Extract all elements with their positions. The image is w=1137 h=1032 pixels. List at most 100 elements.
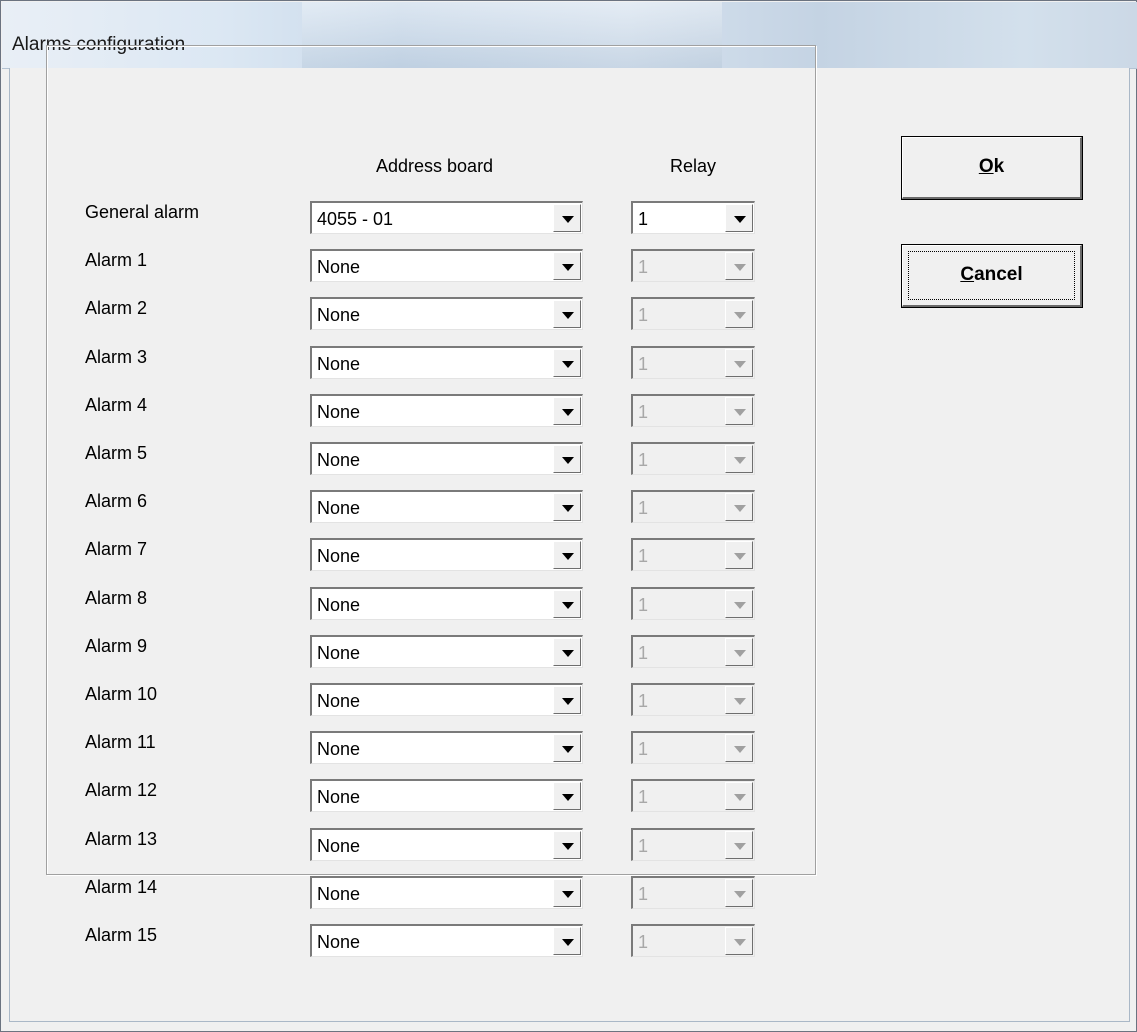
chevron-down-icon xyxy=(734,264,746,271)
dropdown-button[interactable] xyxy=(553,252,581,280)
alarm-row-label: Alarm 4 xyxy=(85,395,148,415)
dropdown-button[interactable] xyxy=(553,541,581,569)
address-board-select-value: None xyxy=(317,257,361,277)
relay-select[interactable]: 1 xyxy=(631,201,755,234)
address-board-select-value: None xyxy=(317,884,361,904)
dropdown-button[interactable] xyxy=(553,445,581,473)
dropdown-button[interactable] xyxy=(553,300,581,328)
ok-button-label: Ok xyxy=(978,156,1005,177)
dropdown-button[interactable] xyxy=(553,397,581,425)
address-board-select-value: None xyxy=(317,498,361,518)
relay-select-value: 1 xyxy=(638,354,649,374)
chevron-down-icon xyxy=(562,312,574,319)
relay-select: 1 xyxy=(631,779,755,812)
cancel-button[interactable]: Cancel xyxy=(901,244,1083,308)
relay-select-value: 1 xyxy=(638,546,649,566)
relay-select-value: 1 xyxy=(638,643,649,663)
relay-select-value: 1 xyxy=(638,450,649,470)
dropdown-button[interactable] xyxy=(553,493,581,521)
address-board-select[interactable]: None xyxy=(310,346,583,379)
dropdown-button[interactable] xyxy=(553,638,581,666)
alarm-row-label: Alarm 11 xyxy=(85,732,156,752)
relay-select: 1 xyxy=(631,346,755,379)
relay-select-value: 1 xyxy=(638,402,649,422)
dropdown-button[interactable] xyxy=(725,204,753,232)
dropdown-button[interactable] xyxy=(553,879,581,907)
dropdown-button[interactable] xyxy=(553,927,581,955)
dropdown-button xyxy=(725,879,753,907)
relay-select: 1 xyxy=(631,587,755,620)
dropdown-button[interactable] xyxy=(553,782,581,810)
dropdown-button[interactable] xyxy=(553,831,581,859)
dropdown-button xyxy=(725,252,753,280)
address-board-select[interactable]: None xyxy=(310,538,583,571)
alarm-row-label: Alarm 5 xyxy=(85,443,148,463)
address-board-select[interactable]: 4055 - 01 xyxy=(310,201,583,234)
address-board-select-value: None xyxy=(317,691,361,711)
chevron-down-icon xyxy=(734,409,746,416)
relay-select-value: 1 xyxy=(638,498,649,518)
chevron-down-icon xyxy=(734,939,746,946)
dropdown-button xyxy=(725,493,753,521)
dropdown-button xyxy=(725,445,753,473)
address-board-select-value: None xyxy=(317,932,361,952)
dropdown-button xyxy=(725,349,753,377)
relay-select-value: 1 xyxy=(638,691,649,711)
relay-select-value: 1 xyxy=(638,209,649,229)
relay-header: Relay xyxy=(670,156,717,176)
chevron-down-icon xyxy=(734,216,746,223)
address-board-select[interactable]: None xyxy=(310,635,583,668)
chevron-down-icon xyxy=(562,505,574,512)
relay-select: 1 xyxy=(631,394,755,427)
address-board-select-value: None xyxy=(317,643,361,663)
chevron-down-icon xyxy=(734,312,746,319)
relay-select-value: 1 xyxy=(638,305,649,325)
chevron-down-icon xyxy=(562,843,574,850)
relay-select: 1 xyxy=(631,924,755,957)
dropdown-button xyxy=(725,397,753,425)
alarm-row-label: Alarm 2 xyxy=(85,298,148,318)
dropdown-button xyxy=(725,927,753,955)
alarm-row-label: General alarm xyxy=(85,202,200,222)
chevron-down-icon xyxy=(562,361,574,368)
chevron-down-icon xyxy=(562,794,574,801)
alarm-row-label: Alarm 14 xyxy=(85,877,158,897)
alarm-row-label: Alarm 13 xyxy=(85,829,158,849)
address-board-select[interactable]: None xyxy=(310,876,583,909)
chevron-down-icon xyxy=(734,361,746,368)
address-board-select[interactable]: None xyxy=(310,490,583,523)
dropdown-button[interactable] xyxy=(553,204,581,232)
address-board-select[interactable]: None xyxy=(310,731,583,764)
chevron-down-icon xyxy=(562,891,574,898)
address-board-select[interactable]: None xyxy=(310,297,583,330)
dropdown-button[interactable] xyxy=(553,734,581,762)
dropdown-button[interactable] xyxy=(553,686,581,714)
address-board-select-value: 4055 - 01 xyxy=(317,209,394,229)
address-board-select[interactable]: None xyxy=(310,394,583,427)
address-board-select-value: None xyxy=(317,836,361,856)
chevron-down-icon xyxy=(562,602,574,609)
address-board-header: Address board xyxy=(376,156,494,176)
address-board-select[interactable]: None xyxy=(310,924,583,957)
chevron-down-icon xyxy=(562,457,574,464)
alarm-row-label: Alarm 7 xyxy=(85,539,148,559)
chevron-down-icon xyxy=(734,698,746,705)
address-board-select[interactable]: None xyxy=(310,828,583,861)
ok-button[interactable]: Ok xyxy=(901,136,1083,200)
dropdown-button[interactable] xyxy=(553,349,581,377)
alarm-row-label: Alarm 3 xyxy=(85,347,148,367)
dropdown-button xyxy=(725,300,753,328)
address-board-select[interactable]: None xyxy=(310,587,583,620)
alarm-row-label: Alarm 6 xyxy=(85,491,148,511)
chevron-down-icon xyxy=(734,602,746,609)
address-board-select[interactable]: None xyxy=(310,779,583,812)
address-board-select[interactable]: None xyxy=(310,442,583,475)
chevron-down-icon xyxy=(734,843,746,850)
dropdown-button xyxy=(725,734,753,762)
address-board-select[interactable]: None xyxy=(310,249,583,282)
chevron-down-icon xyxy=(562,409,574,416)
alarm-row-label: Alarm 8 xyxy=(85,588,148,608)
relay-select: 1 xyxy=(631,828,755,861)
dropdown-button[interactable] xyxy=(553,590,581,618)
address-board-select[interactable]: None xyxy=(310,683,583,716)
